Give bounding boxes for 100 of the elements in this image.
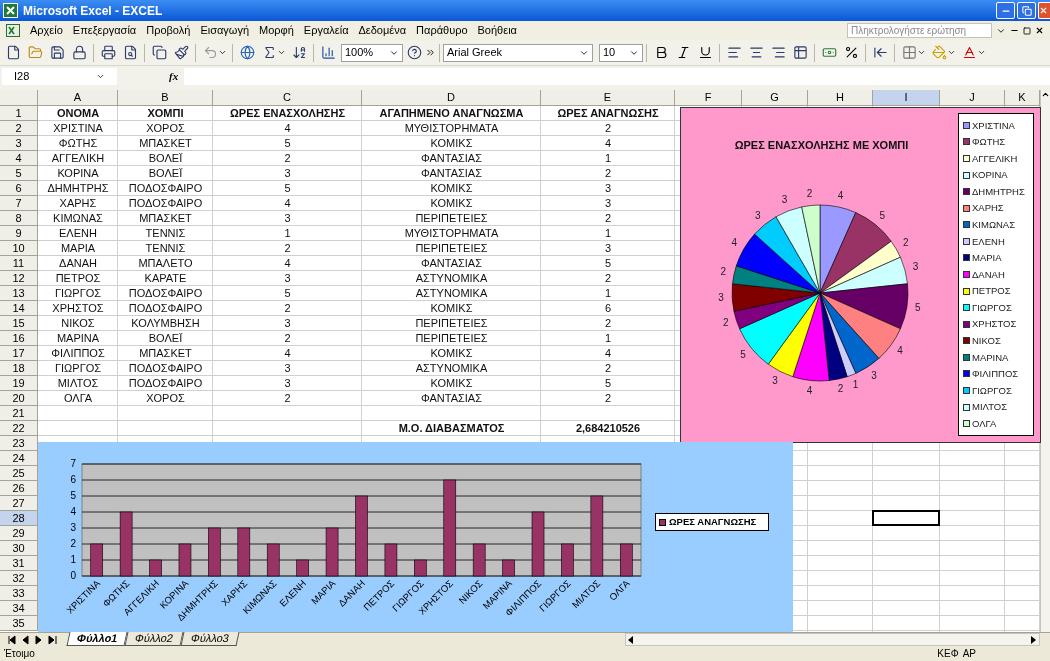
column-header[interactable]: I (873, 90, 940, 106)
menu-item[interactable]: Αρχείο (30, 22, 63, 39)
row-header[interactable]: 14 (0, 301, 38, 316)
row-header[interactable]: 25 (0, 466, 38, 481)
dropdown-caret-icon[interactable] (277, 48, 286, 57)
table-cell: ΑΣΤΥΝΟΜΙΚΑ (415, 273, 488, 284)
minimize-button[interactable] (996, 2, 1015, 19)
table-cell: ΜΥΘΙΣΤΟΡΗΜΑΤΑ (404, 123, 499, 134)
horizontal-scrollbar[interactable] (625, 633, 1040, 646)
row-header[interactable]: 10 (0, 241, 38, 256)
row-header[interactable]: 9 (0, 226, 38, 241)
table-cell: ΓΙΩΡΓΟΣ (54, 363, 102, 374)
row-header[interactable]: 7 (0, 196, 38, 211)
table-cell: 3 (284, 213, 291, 224)
column-header[interactable]: B (118, 90, 213, 106)
column-header[interactable]: G (742, 90, 808, 106)
column-header[interactable]: D (362, 90, 541, 106)
column-header[interactable]: H (808, 90, 873, 106)
restore-icon[interactable] (1023, 26, 1031, 35)
table-cell: ΜΙΛΤΟΣ (57, 378, 99, 389)
function-label[interactable]: fx (169, 67, 179, 85)
menu-item[interactable]: Παράθυρο (416, 22, 468, 39)
menu-item[interactable]: Μορφή (259, 22, 294, 39)
selected-cell[interactable] (872, 510, 940, 526)
scroll-up-icon[interactable] (1041, 90, 1050, 99)
table-cell: ΚΟΜΙΚΣ (430, 348, 473, 359)
workbook-icon (6, 24, 20, 37)
close-icon (1039, 6, 1048, 15)
sheet-tab[interactable]: Φύλλο3 (180, 632, 240, 646)
row-header[interactable]: 30 (0, 541, 38, 556)
dropdown-caret-icon[interactable] (917, 48, 926, 57)
column-header[interactable]: A (38, 90, 118, 106)
menu-item[interactable]: Προβολή (146, 22, 191, 39)
row-header[interactable]: 20 (0, 391, 38, 406)
row-header[interactable]: 26 (0, 481, 38, 496)
column-header[interactable]: C (213, 90, 362, 106)
row-header[interactable]: 11 (0, 256, 38, 271)
row-header[interactable]: 13 (0, 286, 38, 301)
more-icon[interactable] (425, 47, 436, 58)
font-select[interactable]: Arial Greek (443, 43, 593, 62)
row-header[interactable]: 8 (0, 211, 38, 226)
row-header[interactable]: 16 (0, 331, 38, 346)
sheet-tab[interactable]: Φύλλο2 (124, 632, 184, 646)
data-label: 2 (723, 316, 729, 328)
row-header[interactable]: 34 (0, 601, 38, 616)
row-header[interactable]: 27 (0, 496, 38, 511)
close-button[interactable] (1038, 2, 1050, 19)
column-header[interactable]: K (1005, 90, 1040, 106)
row-header[interactable]: 1 (0, 106, 38, 121)
axis-label: 6 (70, 473, 76, 485)
name-box[interactable]: I28 (2, 67, 117, 85)
column-header[interactable]: E (541, 90, 675, 106)
row-header[interactable]: 6 (0, 181, 38, 196)
table-cell: ΠΟΔΟΣΦΑΙΡΟ (128, 183, 203, 194)
row-header[interactable]: 33 (0, 586, 38, 601)
scroll-left-icon[interactable] (628, 635, 634, 644)
row-header[interactable]: 31 (0, 556, 38, 571)
row-header[interactable]: 17 (0, 346, 38, 361)
menu-item[interactable]: Δεδομένα (358, 22, 407, 39)
data-label: 3 (718, 291, 724, 303)
menu-item[interactable]: Εισαγωγή (200, 22, 250, 39)
row-header[interactable]: 23 (0, 436, 38, 451)
row-header[interactable]: 32 (0, 571, 38, 586)
legend-label: ΔΗΜΗΤΡΗΣ (972, 186, 1025, 197)
vertical-scrollbar[interactable] (1040, 90, 1050, 632)
help-search-field[interactable]: Πληκτρολογήστε ερώτηση (847, 23, 992, 38)
table-cell: ΠΟΔΟΣΦΑΙΡΟ (128, 363, 203, 374)
scroll-right-icon[interactable] (1031, 635, 1037, 644)
dropdown-caret-icon[interactable] (218, 48, 227, 57)
column-header[interactable]: F (675, 90, 742, 106)
row-header[interactable]: 12 (0, 271, 38, 286)
dropdown-caret-icon[interactable] (947, 48, 956, 57)
table-cell: ΚΟΜΙΚΣ (430, 183, 473, 194)
zoom-select[interactable]: 100% (341, 43, 403, 62)
row-header[interactable]: 24 (0, 451, 38, 466)
row-header[interactable]: 35 (0, 616, 38, 631)
row-header[interactable]: 15 (0, 316, 38, 331)
row-header[interactable]: 5 (0, 166, 38, 181)
row-header[interactable]: 18 (0, 361, 38, 376)
column-header[interactable]: J (940, 90, 1005, 106)
sheet-tab[interactable]: Φύλλο1 (66, 632, 128, 646)
font-size-select[interactable]: 10 (599, 43, 643, 62)
dropdown-caret-icon[interactable] (977, 48, 986, 57)
table-cell: ΜΠΑΣΚΕΤ (139, 348, 192, 359)
row-header[interactable]: 22 (0, 421, 38, 436)
legend-label: ΝΙΚΟΣ (972, 336, 1001, 346)
row-header[interactable]: 2 (0, 121, 38, 136)
row-header[interactable]: 3 (0, 136, 38, 151)
menu-item[interactable]: Επεξεργασία (72, 22, 137, 39)
row-header[interactable]: 29 (0, 526, 38, 541)
close-icon[interactable] (1035, 26, 1044, 35)
formula-field[interactable] (184, 67, 1050, 85)
row-header[interactable]: 4 (0, 151, 38, 166)
row-header[interactable]: 19 (0, 376, 38, 391)
row-header[interactable]: 21 (0, 406, 38, 421)
menu-item[interactable]: Βοήθεια (477, 22, 517, 39)
row-header[interactable]: 28 (0, 511, 38, 526)
restore-button[interactable] (1017, 2, 1036, 19)
table-cell: 2,684210526 (575, 423, 641, 434)
menu-item[interactable]: Εργαλεία (303, 22, 349, 39)
